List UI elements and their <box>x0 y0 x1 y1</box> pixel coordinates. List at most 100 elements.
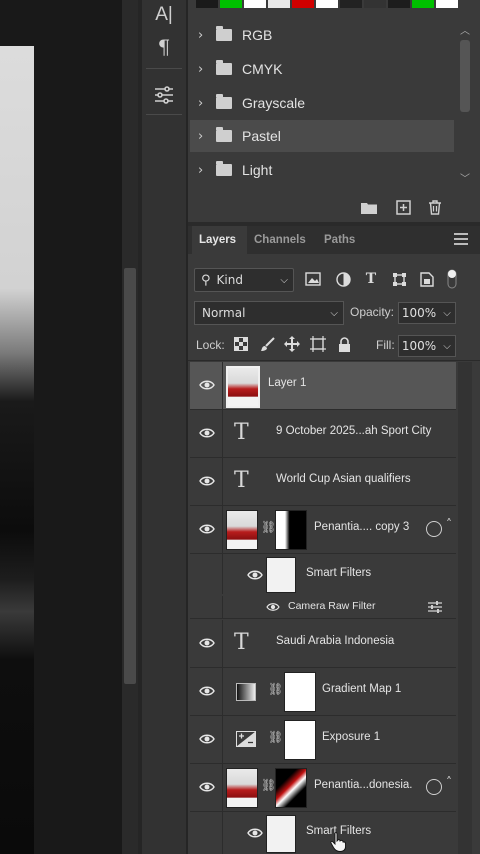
brush-icon[interactable] <box>258 335 276 353</box>
opacity-dropdown[interactable]: ⌵ <box>439 302 456 324</box>
chevron-right-icon[interactable]: › <box>198 163 212 178</box>
layer-name[interactable]: World Cup Asian qualifiers <box>276 473 411 485</box>
pixel-filter-icon[interactable] <box>304 270 322 288</box>
opacity-input[interactable]: 100% <box>398 302 440 324</box>
chevron-up-icon[interactable]: ˄ <box>446 775 452 789</box>
layer-kind-filter[interactable]: ⚲ Kind ⌵ <box>194 268 294 292</box>
character-icon[interactable]: A| <box>148 2 180 28</box>
fill-dropdown[interactable]: ⌵ <box>439 335 456 357</box>
panel-menu-icon[interactable] <box>454 233 468 245</box>
layer-row-smart-object-indonesia[interactable]: ⛓ Penantia...donesia. ˄ <box>190 764 456 812</box>
layer-name[interactable]: Smart Filters <box>306 567 371 579</box>
move-icon[interactable] <box>283 335 301 353</box>
layer-row-text-qualifiers[interactable]: T World Cup Asian qualifiers <box>190 458 456 506</box>
color-swatch[interactable] <box>436 0 458 8</box>
layer-name[interactable]: Gradient Map 1 <box>322 683 401 695</box>
tab-channels[interactable]: Channels <box>254 226 306 254</box>
shape-filter-icon[interactable] <box>390 270 408 288</box>
eye-icon[interactable] <box>199 732 215 746</box>
adjustment-filter-icon[interactable] <box>334 270 352 288</box>
color-swatch[interactable] <box>340 0 362 8</box>
color-swatch[interactable] <box>196 0 218 8</box>
swatch-group-grayscale[interactable]: › Grayscale <box>190 87 454 119</box>
link-chain-icon[interactable]: ⛓ <box>268 682 283 700</box>
tab-paths[interactable]: Paths <box>324 226 355 254</box>
document-canvas[interactable] <box>0 0 122 854</box>
chevron-right-icon[interactable]: › <box>198 62 212 77</box>
layer-name[interactable]: Exposure 1 <box>322 731 380 743</box>
artboard-lock-icon[interactable] <box>309 335 327 353</box>
layer-row-text-teams[interactable]: T Saudi Arabia Indonesia <box>190 620 456 668</box>
smart-filter-mask-thumbnail[interactable] <box>266 557 296 593</box>
color-swatch[interactable] <box>220 0 242 8</box>
link-chain-icon[interactable]: ⛓ <box>268 730 283 748</box>
eye-icon[interactable] <box>199 684 215 698</box>
scroll-up-icon[interactable]: ︿ <box>460 22 470 37</box>
eye-icon[interactable] <box>247 568 263 582</box>
color-swatch[interactable] <box>412 0 434 8</box>
layer-row-gradient-map[interactable]: ⛓ Gradient Map 1 <box>190 668 456 716</box>
swatch-group-pastel[interactable]: › Pastel <box>190 120 454 152</box>
layer-row-smart-filters-2[interactable]: Smart Filters <box>190 812 456 854</box>
blend-mode-select[interactable]: Normal ⌵ <box>194 301 344 325</box>
color-swatch[interactable] <box>244 0 266 8</box>
type-filter-icon[interactable]: T <box>362 270 380 288</box>
layer-row-smart-filters[interactable]: Smart Filters <box>190 554 456 594</box>
lock-transparent-pixels-icon[interactable] <box>232 335 250 353</box>
new-group-folder-icon[interactable] <box>360 198 378 216</box>
layer-row-camera-raw-filter[interactable]: Camera Raw Filter <box>190 596 456 619</box>
tab-layers[interactable]: Layers <box>192 226 247 254</box>
delete-icon[interactable] <box>426 198 444 216</box>
layer-row-exposure[interactable]: ⛓ Exposure 1 <box>190 716 456 764</box>
link-chain-icon[interactable]: ⛓ <box>261 778 276 796</box>
filter-options-icon[interactable] <box>428 601 442 613</box>
eye-icon[interactable] <box>199 780 215 794</box>
canvas-scroll-thumb[interactable] <box>124 268 136 684</box>
eye-icon[interactable] <box>199 474 215 488</box>
new-swatch-icon[interactable] <box>394 198 412 216</box>
layer-mask-thumbnail[interactable] <box>284 672 316 712</box>
chevron-up-icon[interactable]: ˄ <box>446 517 452 531</box>
smart-filter-mask-thumbnail[interactable] <box>266 815 296 853</box>
swatch-group-cmyk[interactable]: › CMYK <box>190 53 454 85</box>
link-chain-icon[interactable]: ⛓ <box>261 520 276 538</box>
layer-name[interactable]: 9 October 2025...ah Sport City <box>276 425 431 437</box>
filter-toggle-icon[interactable] <box>443 269 461 289</box>
layer-row-text-date[interactable]: T 9 October 2025...ah Sport City <box>190 410 456 458</box>
layer-mask-thumbnail[interactable] <box>275 768 307 808</box>
layers-scrollbar[interactable] <box>458 362 472 854</box>
color-swatch[interactable] <box>268 0 290 8</box>
swatch-scroll-thumb[interactable] <box>460 40 470 112</box>
lock-all-icon[interactable] <box>335 335 353 353</box>
layer-row-layer-1[interactable]: Layer 1 <box>190 362 456 410</box>
layer-name[interactable]: Layer 1 <box>268 377 306 389</box>
scroll-down-icon[interactable]: ﹀ <box>460 170 470 185</box>
eye-icon[interactable] <box>247 826 263 840</box>
fill-input[interactable]: 100% <box>398 335 440 357</box>
layer-mask-thumbnail[interactable] <box>275 510 307 550</box>
visibility-column-divider <box>222 506 223 553</box>
layer-name[interactable]: Penantia.... copy 3 <box>314 521 409 533</box>
color-swatch[interactable] <box>364 0 386 8</box>
eye-icon[interactable] <box>199 522 215 536</box>
chevron-right-icon[interactable]: › <box>198 28 212 43</box>
eye-icon[interactable] <box>266 601 280 613</box>
color-swatch[interactable] <box>316 0 338 8</box>
paragraph-icon[interactable]: ¶ <box>148 34 180 60</box>
layer-mask-thumbnail[interactable] <box>284 720 316 760</box>
layer-name[interactable]: Saudi Arabia Indonesia <box>276 635 394 647</box>
color-swatch[interactable] <box>388 0 410 8</box>
eye-icon[interactable] <box>199 426 215 440</box>
swatch-group-light[interactable]: › Light <box>190 154 454 186</box>
color-swatch[interactable] <box>292 0 314 8</box>
layer-name[interactable]: Penantia...donesia. <box>314 779 412 791</box>
chevron-right-icon[interactable]: › <box>198 129 212 144</box>
chevron-right-icon[interactable]: › <box>198 96 212 111</box>
swatch-group-rgb[interactable]: › RGB <box>190 19 454 51</box>
adjustments-icon[interactable] <box>148 82 180 108</box>
layer-row-smart-object-copy-3[interactable]: ⛓ Penantia.... copy 3 ˄ <box>190 506 456 554</box>
layer-name[interactable]: Camera Raw Filter <box>288 600 376 612</box>
smart-object-filter-icon[interactable] <box>418 270 436 288</box>
eye-icon[interactable] <box>199 636 215 650</box>
eye-icon[interactable] <box>199 378 215 392</box>
